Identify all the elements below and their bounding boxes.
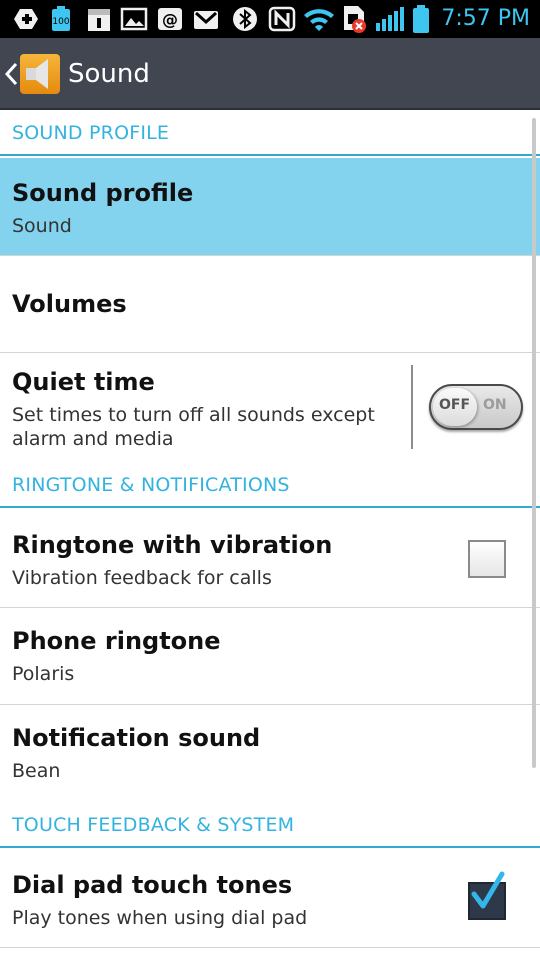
status-bar: 100 @ 7:57 PM	[0, 0, 540, 38]
calendar-icon	[86, 5, 112, 33]
list-item-title: Dial pad touch tones	[12, 871, 293, 899]
list-item-quiet-time[interactable]: Quiet time Set times to turn off all sou…	[0, 353, 540, 463]
vertical-divider	[411, 365, 413, 449]
speaker-icon	[20, 54, 60, 94]
list-item-summary: Sound	[12, 215, 72, 237]
list-item-summary: Polaris	[12, 663, 75, 685]
checkmark-icon	[471, 871, 505, 909]
toggle-on-label: ON	[483, 397, 507, 413]
battery-badge: 100	[52, 17, 69, 27]
list-item-title: Quiet time	[12, 368, 155, 396]
list-item-notification-sound[interactable]: Notification sound Bean	[0, 705, 540, 802]
list-item-title: Notification sound	[12, 724, 261, 752]
list-item-title: Phone ringtone	[12, 627, 221, 655]
battery-icon	[410, 5, 432, 33]
list-item-summary-line2: alarm and media	[12, 428, 174, 450]
up-button[interactable]: Sound	[0, 38, 150, 110]
wifi-icon	[302, 5, 336, 33]
quiet-time-toggle[interactable]: OFF ON	[429, 384, 523, 430]
bluetooth-icon	[232, 5, 258, 33]
sim-icon	[342, 5, 368, 33]
settings-list[interactable]: SOUND PROFILE Sound profile Sound Volume…	[0, 112, 540, 960]
list-item-ringtone-with-vibration[interactable]: Ringtone with vibration Vibration feedba…	[0, 510, 540, 608]
page-title: Sound	[68, 59, 150, 89]
list-item-title: Ringtone with vibration	[12, 531, 333, 559]
list-item-summary: Bean	[12, 760, 61, 782]
list-item-sound-profile[interactable]: Sound profile Sound	[0, 158, 540, 256]
gmail-icon	[192, 5, 220, 33]
battery-100-icon: 100	[48, 5, 74, 33]
at-mail-icon: @	[156, 5, 184, 33]
clock: 7:57 PM	[441, 6, 530, 31]
action-bar: Sound	[0, 38, 540, 110]
list-item-summary-line1: Set times to turn off all sounds except	[12, 404, 375, 426]
add-icon	[12, 5, 40, 33]
nfc-icon	[268, 5, 296, 33]
ringtone-vibration-checkbox[interactable]	[468, 540, 506, 578]
section-header-touch-feedback: TOUCH FEEDBACK & SYSTEM	[0, 804, 540, 848]
list-item-summary: Play tones when using dial pad	[12, 907, 308, 929]
list-item-volumes[interactable]: Volumes	[0, 256, 540, 353]
dial-pad-tones-checkbox[interactable]	[468, 871, 506, 920]
signal-icon	[374, 5, 406, 33]
section-header-label: RINGTONE & NOTIFICATIONS	[12, 474, 290, 496]
list-item-title: Sound profile	[12, 179, 194, 207]
toggle-off-label: OFF	[439, 397, 471, 413]
chevron-left-icon	[4, 62, 18, 86]
scrollbar[interactable]	[532, 118, 536, 768]
list-item-summary: Vibration feedback for calls	[12, 567, 272, 589]
section-header-sound-profile: SOUND PROFILE	[0, 112, 540, 156]
list-item-phone-ringtone[interactable]: Phone ringtone Polaris	[0, 608, 540, 705]
list-item-title: Volumes	[12, 290, 127, 318]
section-header-label: SOUND PROFILE	[12, 122, 170, 144]
section-header-label: TOUCH FEEDBACK & SYSTEM	[12, 814, 295, 836]
list-item-dial-pad-touch-tones[interactable]: Dial pad touch tones Play tones when usi…	[0, 850, 540, 948]
gallery-icon	[120, 5, 148, 33]
svg-text:@: @	[162, 10, 178, 29]
section-header-ringtone: RINGTONE & NOTIFICATIONS	[0, 464, 540, 508]
